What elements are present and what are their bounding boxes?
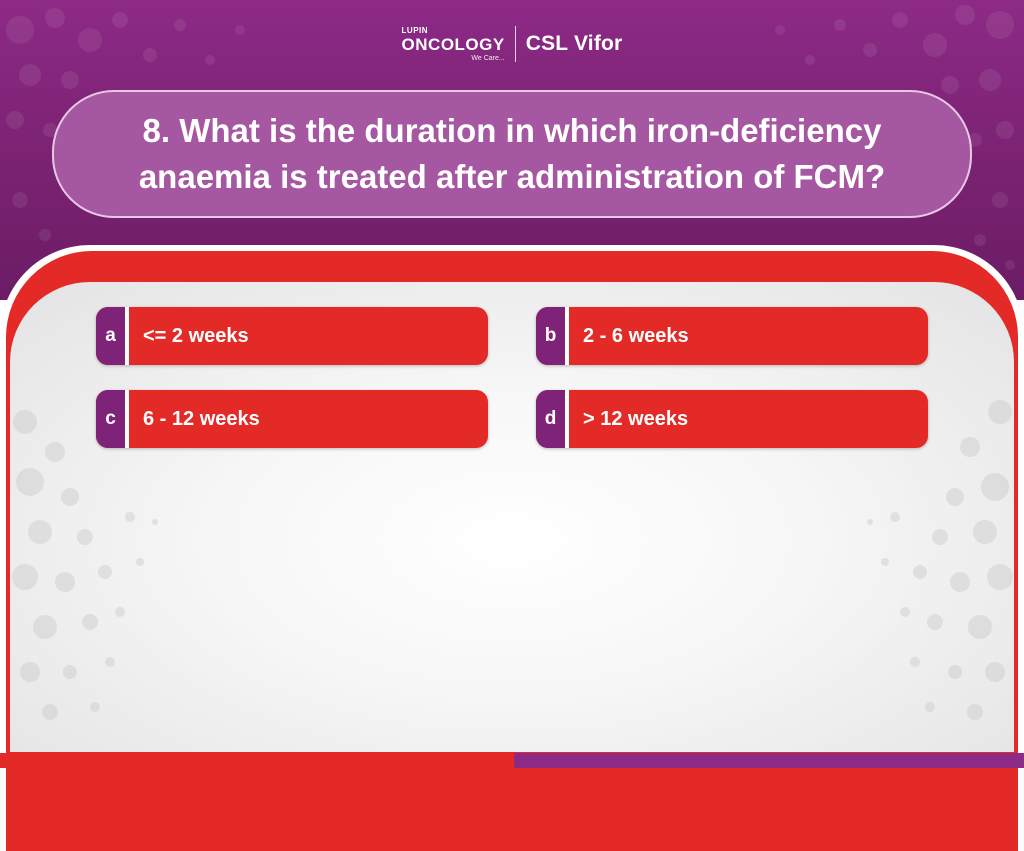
- question-line-1: 8. What is the duration in which iron-de…: [142, 112, 882, 149]
- option-text: 2 - 6 weeks: [583, 324, 689, 347]
- lupin-oncology-logo: LUPIN ONCOLOGY We Care...: [401, 25, 505, 62]
- lupin-tagline: We Care...: [471, 54, 505, 62]
- logo-bar: LUPIN ONCOLOGY We Care... CSL Vifor: [0, 22, 1024, 66]
- option-text: <= 2 weeks: [143, 324, 249, 347]
- option-text: > 12 weeks: [583, 407, 689, 430]
- option-letter: d: [536, 390, 565, 448]
- csl-vifor-logo: CSL Vifor: [525, 32, 623, 55]
- option-letter: a: [96, 307, 125, 365]
- option-letter: c: [96, 390, 125, 448]
- question-box: 8. What is the duration in which iron-de…: [52, 90, 972, 218]
- option-a[interactable]: a <= 2 weeks: [96, 307, 488, 365]
- footer-bar-purple: [514, 753, 1024, 768]
- option-text: 6 - 12 weeks: [143, 407, 260, 430]
- logo-divider: [514, 26, 516, 62]
- question-line-2: anaemia is treated after administration …: [138, 158, 886, 195]
- lupin-main-text: ONCOLOGY: [401, 34, 505, 54]
- option-letter: b: [536, 307, 565, 365]
- lupin-small-text: LUPIN: [401, 25, 429, 35]
- option-d[interactable]: d > 12 weeks: [536, 390, 928, 448]
- footer-bar-red: [0, 753, 514, 768]
- question-text: 8. What is the duration in which iron-de…: [139, 108, 885, 200]
- option-b[interactable]: b 2 - 6 weeks: [536, 307, 928, 365]
- option-c[interactable]: c 6 - 12 weeks: [96, 390, 488, 448]
